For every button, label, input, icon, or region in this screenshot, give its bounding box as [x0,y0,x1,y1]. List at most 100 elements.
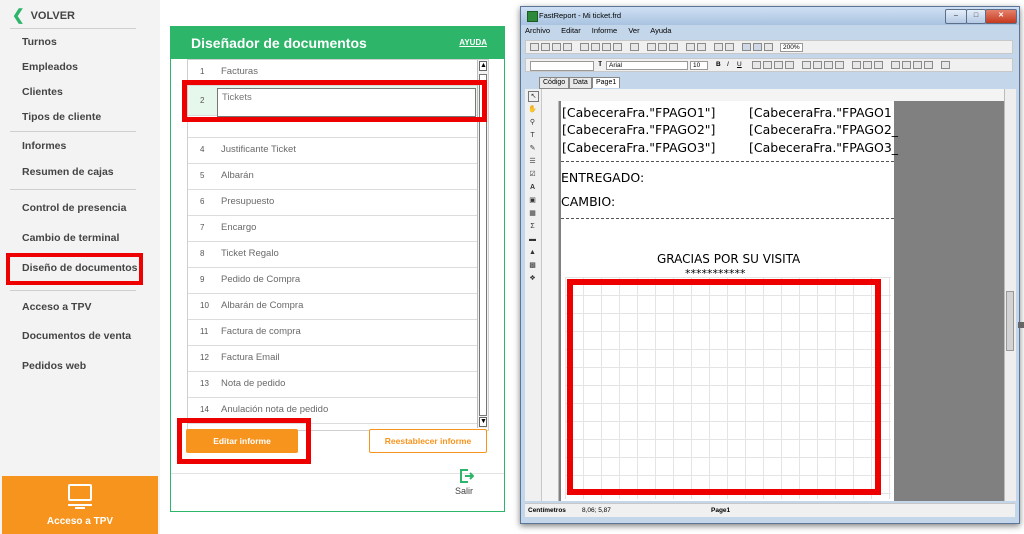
format-painter-icon[interactable]: ✎ [528,144,537,153]
hand-tool-icon[interactable]: ✋ [528,105,537,114]
subreport-tool-icon[interactable]: ▦ [528,209,537,218]
checkbox-tool-icon[interactable]: ☑ [528,170,537,179]
list-item[interactable]: 6 Presupuesto [188,190,478,216]
highlight-icon[interactable] [763,61,772,69]
sidebar-item-tipos-cliente[interactable]: Tipos de cliente [22,111,101,123]
text-tool-icon[interactable]: T [528,131,537,140]
line-tool-icon[interactable]: ▬ [528,235,537,244]
menu-ver[interactable]: Ver [628,26,639,35]
valign-top-icon[interactable] [852,61,861,69]
frame-bottom-icon[interactable] [902,61,911,69]
chart-tool-icon[interactable]: ▩ [528,261,537,270]
sidebar-item-cambio-terminal[interactable]: Cambio de terminal [22,232,119,244]
delete-page-icon[interactable] [602,43,611,51]
zoom-tool-icon[interactable]: ⚲ [528,118,537,127]
new-page-icon[interactable] [580,43,589,51]
picture-tool-icon[interactable]: ▣ [528,196,537,205]
help-link[interactable]: AYUDA [459,38,487,47]
exit-icon[interactable] [460,469,474,483]
variables-icon[interactable] [630,43,639,51]
list-item[interactable]: 12 Factura Email [188,346,478,372]
sidebar-item-turnos[interactable]: Turnos [22,36,57,48]
align-justify-icon[interactable] [835,61,844,69]
list-item[interactable]: 10 Albarán de Compra [188,294,478,320]
list-item[interactable]: 5 Albarán [188,164,478,190]
valign-middle-icon[interactable] [863,61,872,69]
valign-bottom-icon[interactable] [874,61,883,69]
sidebar-item-documentos-venta[interactable]: Documentos de venta [22,330,131,342]
insert-band-icon[interactable]: ☰ [528,157,537,166]
select-tool-icon[interactable]: ↖ [528,91,539,102]
bold-icon[interactable]: B [716,61,721,68]
show-grid-icon[interactable] [742,43,751,51]
tpv-access-button[interactable]: Acceso a TPV [2,476,158,534]
scroll-down-icon[interactable]: ▼ [479,417,487,427]
list-item[interactable]: 8 Ticket Regalo [188,242,478,268]
page-settings-icon[interactable] [613,43,622,51]
frame-right-icon[interactable] [924,61,933,69]
menu-ayuda[interactable]: Ayuda [650,26,671,35]
group-icon[interactable] [714,43,723,51]
font-name-select[interactable]: Arial [606,61,688,70]
report-field[interactable]: [CabeceraFra."FPAGO2_ [749,122,898,137]
report-field[interactable]: [CabeceraFra."FPAGO3"] [562,140,715,155]
text-object-icon[interactable]: A [528,183,537,192]
undo-icon[interactable] [686,43,695,51]
italic-icon[interactable]: I [727,61,729,68]
sidebar-item-informes[interactable]: Informes [22,140,66,152]
new-dialog-icon[interactable] [591,43,600,51]
canvas-scrollbar[interactable] [1004,89,1016,501]
menu-informe[interactable]: Informe [592,26,617,35]
sidebar-item-pedidos-web[interactable]: Pedidos web [22,360,86,372]
align-right-icon[interactable] [824,61,833,69]
list-item[interactable]: 9 Pedido de Compra [188,268,478,294]
close-button[interactable]: ✕ [985,9,1017,24]
frame-all-icon[interactable] [941,61,950,69]
underline-icon[interactable]: U [737,61,742,68]
sidebar-item-acceso-tpv[interactable]: Acceso a TPV [22,301,91,313]
report-field[interactable]: [CabeceraFra."FPAGO3_ [749,140,898,155]
more-objects-icon[interactable]: ❖ [528,274,537,283]
report-field[interactable]: [CabeceraFra."FPAGO2"] [562,122,715,137]
report-field[interactable]: [CabeceraFra."FPAGO1"] [562,105,715,120]
menu-archivo[interactable]: Archivo [525,26,550,35]
open-icon[interactable] [541,43,550,51]
frame-top-icon[interactable] [891,61,900,69]
sidebar-item-resumen-cajas[interactable]: Resumen de cajas [22,166,114,178]
align-center-icon[interactable] [813,61,822,69]
minimize-button[interactable]: – [945,9,967,24]
style-select[interactable] [530,61,594,71]
report-label[interactable]: ENTREGADO: [561,170,644,185]
sidebar-item-empleados[interactable]: Empleados [22,61,78,73]
reset-report-button[interactable]: Reestablecer informe [369,429,487,453]
sidebar-item-clientes[interactable]: Clientes [22,86,63,98]
shape-tool-icon[interactable]: ▲ [528,248,537,257]
redo-icon[interactable] [697,43,706,51]
window-titlebar[interactable]: FastReport - Mi ticket.frd – □ ✕ [521,7,1019,25]
scroll-thumb[interactable] [1006,291,1014,351]
align-left-icon[interactable] [802,61,811,69]
maximize-button[interactable]: □ [966,9,986,24]
scroll-up-icon[interactable]: ▲ [479,61,487,71]
tab-page1[interactable]: Page1 [592,77,621,88]
new-icon[interactable] [530,43,539,51]
font-size-select[interactable]: 10 [690,61,708,70]
align-grid-icon[interactable] [753,43,762,51]
sidebar-item-control-presencia[interactable]: Control de presencia [22,202,126,214]
tab-data[interactable]: Data [569,77,592,89]
menu-editar[interactable]: Editar [561,26,581,35]
exit-label[interactable]: Salir [455,486,473,496]
sum-tool-icon[interactable]: Σ [528,222,537,231]
scroll-thumb[interactable] [479,74,487,416]
font-color-icon[interactable] [752,61,761,69]
ungroup-icon[interactable] [725,43,734,51]
list-item[interactable]: 11 Factura de compra [188,320,478,346]
list-item[interactable]: 4 Justificante Ticket [188,138,478,164]
report-label[interactable]: CAMBIO: [561,194,615,209]
preview-icon[interactable] [563,43,572,51]
fill-color-icon[interactable] [785,61,794,69]
tab-codigo[interactable]: Código [539,77,570,89]
cut-icon[interactable] [647,43,656,51]
save-icon[interactable] [552,43,561,51]
paste-icon[interactable] [669,43,678,51]
